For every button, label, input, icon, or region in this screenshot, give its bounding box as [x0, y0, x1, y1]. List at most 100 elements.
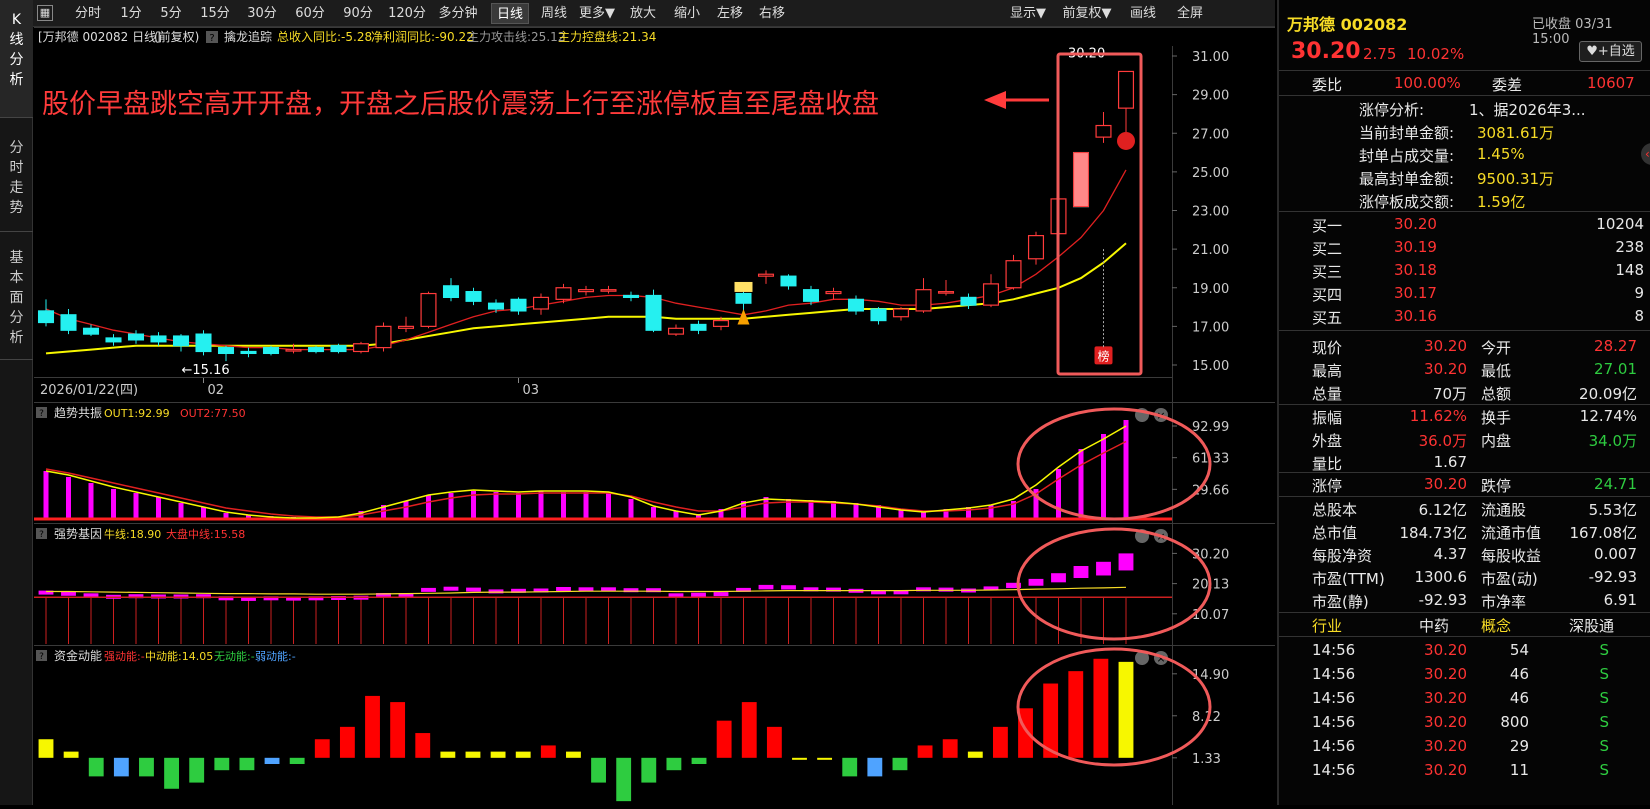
resonance-bar [808, 500, 814, 519]
panel-help-glyph: ? [39, 652, 44, 662]
candle-body [1117, 70, 1135, 109]
chart-header-control: 主力控盘线:21.34 [558, 29, 656, 44]
tab-intraday-trend[interactable]: 分 时 走 势 [0, 118, 33, 232]
grid-toggle-icon[interactable]: ▦ [37, 5, 53, 21]
candle-body [240, 350, 257, 355]
candle-body [600, 289, 617, 292]
toolbar-btn-1[interactable]: 1分 [113, 3, 149, 24]
quote-row: 最高 30.20 最低 27.01 [1312, 360, 1637, 380]
toolbar-btn-15[interactable]: 右移 [751, 3, 793, 24]
toolbar-btn-8[interactable]: 多分钟 [433, 3, 483, 24]
momentum-bar [264, 757, 280, 765]
resonance-bar [448, 493, 454, 519]
toolbar-btn-11[interactable]: 更多▼ [577, 3, 617, 24]
toolbar-btn-10[interactable]: 周线 [533, 3, 575, 24]
momentum-bar [591, 757, 606, 783]
candle-body [330, 345, 347, 353]
chart-header-indicator: 擒龙追踪 [224, 29, 272, 44]
toolbar-right-btn-1[interactable]: 前复权▼ [1058, 3, 1116, 24]
fundamental-row: 总股本 6.12亿 流通股 5.53亿 [1312, 501, 1637, 519]
limit-candle [1073, 152, 1089, 208]
resonance-bar [111, 489, 116, 519]
toolbar-btn-5[interactable]: 60分 [287, 3, 333, 24]
panel-title: 强势基因 [54, 527, 102, 541]
resonance-bar [403, 501, 409, 519]
resonance-bar [763, 497, 769, 519]
toolbar-btn-13[interactable]: 缩小 [667, 3, 707, 24]
toolbar-btn-14[interactable]: 左移 [709, 3, 751, 24]
price-change-pct: 10.02% [1407, 45, 1465, 63]
heart-icon: ♥ [1586, 44, 1598, 59]
momentum-bar [164, 757, 180, 789]
toolbar-btn-2[interactable]: 5分 [151, 3, 191, 24]
resonance-bar [606, 493, 611, 519]
candle-body [262, 347, 280, 355]
quote-row: 量比 1.67 [1312, 453, 1467, 473]
y-tick-label: 19.00 [1192, 282, 1229, 297]
toolbar-btn-6[interactable]: 90分 [335, 3, 381, 24]
low-price-label: ←15.16 [182, 363, 230, 378]
panel-title: 资金动能 [54, 648, 102, 663]
panel-legend: 无动能:- [214, 649, 255, 663]
annotation-text: 股价早盘跳空高开开盘，开盘之后股价震荡上行至涨停板直至尾盘收盘 [42, 89, 879, 120]
candle-body [487, 302, 505, 310]
add-watchlist-button[interactable]: ♥+自选 [1579, 41, 1642, 62]
limit-row: 涨停分析: 1、据2026年3... [1359, 101, 1586, 119]
candle-body [127, 333, 145, 341]
candle-body [847, 298, 865, 312]
limit-row: 涨停板成交额: 1.59亿 [1359, 193, 1526, 211]
momentum-bar [339, 726, 355, 758]
momentum-bar [390, 702, 406, 758]
candle-body [1005, 260, 1022, 289]
momentum-bar [515, 751, 531, 758]
tab-kline-analysis[interactable]: K 线 分 析 [0, 0, 33, 118]
quote-row: 现价 30.20 今开 28.27 [1312, 337, 1637, 357]
resonance-bar [628, 499, 634, 519]
candle-body [870, 308, 887, 322]
toolbar-btn-4[interactable]: 30分 [239, 3, 285, 24]
limit-row: 当前封单金额: 3081.61万 [1359, 124, 1555, 142]
limit-row: 最高封单金额: 9500.31万 [1359, 170, 1555, 188]
candle-body [735, 292, 752, 304]
toolbar-btn-3[interactable]: 15分 [193, 3, 237, 24]
toolbar-btn-7[interactable]: 120分 [383, 3, 431, 24]
panel-legend: 牛线:18.90 [104, 527, 161, 541]
chart-header-adjust: (前复权) [154, 29, 199, 44]
candle-body [825, 291, 842, 295]
gene-bar [713, 592, 729, 597]
candle-body [105, 337, 122, 343]
last-price: 30.20 [1291, 39, 1361, 64]
resonance-bar [88, 483, 94, 519]
x-tick-label: 02 [208, 383, 225, 398]
toolbar-btn-0[interactable]: 分时 [63, 3, 113, 24]
toolbar-right-btn-2[interactable]: 画线 [1123, 3, 1163, 24]
fundamental-row: 每股净资 4.37 每股收益 0.007 [1312, 545, 1637, 565]
candle-body [622, 294, 640, 299]
quote-row: 涨停 30.20 跌停 24.71 [1312, 475, 1637, 495]
price-change: 2.75 [1363, 45, 1397, 63]
x-tick-label: 2026/01/22(四) [40, 383, 138, 398]
toolbar-right-btn-0[interactable]: 显示▼ [1003, 3, 1053, 24]
gene-bar [61, 591, 76, 596]
candle-body [442, 285, 460, 299]
tab-fundamental-analysis[interactable]: 基 本 面 分 析 [0, 232, 33, 360]
candle-body [285, 348, 302, 352]
candle-body [960, 296, 977, 306]
bid-row: 买五 30.16 8 [1312, 307, 1644, 327]
resonance-bar [66, 477, 71, 519]
momentum-bar [691, 757, 707, 765]
momentum-bar [666, 757, 682, 771]
candle-body [150, 335, 167, 343]
resonance-bar [1056, 469, 1061, 519]
resonance-bar [583, 492, 589, 519]
y-tick-label: 17.00 [1192, 320, 1229, 335]
toolbar-btn-9[interactable]: 日线 [491, 3, 529, 24]
momentum-bar [38, 739, 54, 758]
gene-bar [1118, 553, 1134, 571]
toolbar-btn-12[interactable]: 放大 [623, 3, 663, 24]
kline-chart-area: [万邦德 002082 日线] (前复权)? 擒龙追踪 总收入同比:-5.28 净利润同… [34, 27, 1275, 805]
gene-bar [488, 589, 504, 594]
candle-body [937, 291, 955, 294]
candle-body [667, 327, 685, 335]
toolbar-right-btn-3[interactable]: 全屏 [1168, 3, 1212, 24]
